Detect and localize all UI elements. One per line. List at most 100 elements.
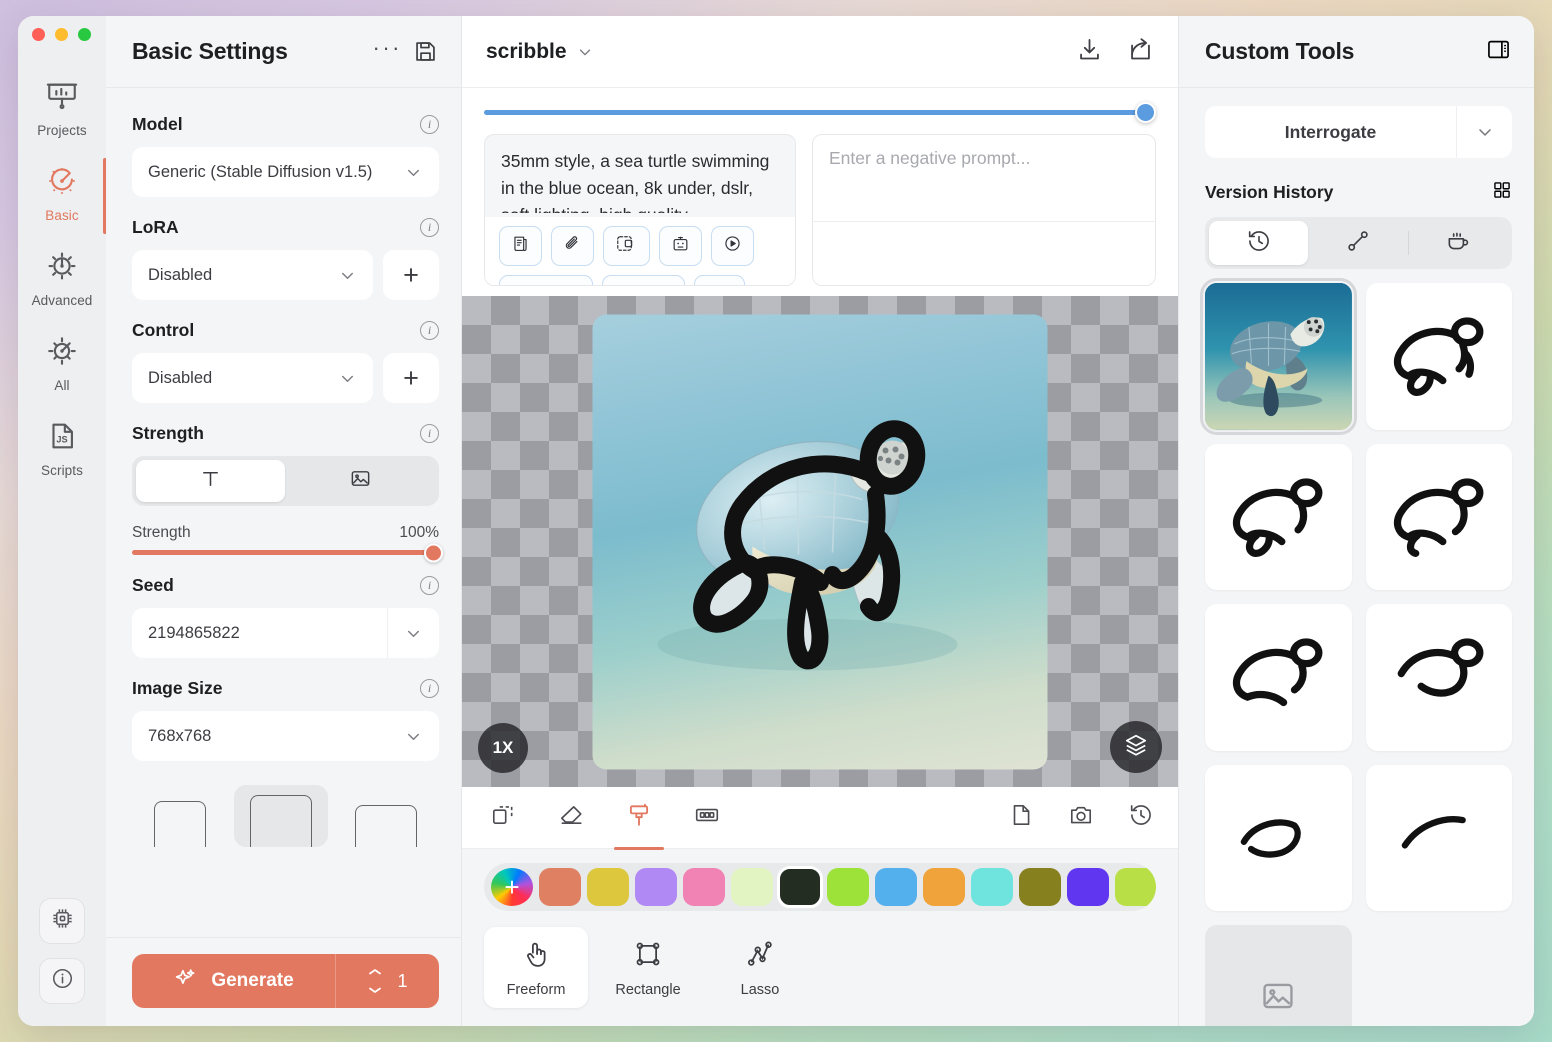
interrogate-select[interactable]: Interrogate — [1205, 106, 1512, 158]
seed-input[interactable] — [132, 608, 387, 658]
tab-queue[interactable] — [1409, 221, 1508, 265]
strength-slider-knob[interactable] — [424, 543, 443, 562]
color-palette-zone — [462, 849, 1178, 911]
lora-select[interactable]: Disabled — [132, 250, 373, 300]
grid-icon[interactable] — [1492, 180, 1512, 205]
color-swatch-selected[interactable] — [777, 866, 823, 908]
info-icon[interactable]: i — [420, 321, 439, 340]
model-select[interactable]: Generic (Stable Diffusion v1.5) — [132, 147, 439, 197]
aspect-ratio-portrait[interactable] — [138, 791, 222, 847]
sidebar-item-advanced[interactable]: Advanced — [18, 237, 106, 322]
sidebar-item-scripts[interactable]: JS Scripts — [18, 407, 106, 492]
add-lora-button[interactable]: + — [383, 250, 439, 300]
chip-icon-button[interactable] — [39, 898, 85, 944]
prompt-token-chip[interactable]: style ↵ — [602, 275, 685, 285]
info-icon[interactable]: i — [420, 679, 439, 698]
color-swatch[interactable] — [539, 868, 581, 906]
paperclip-icon-chip[interactable] — [551, 226, 594, 266]
text-document-icon-chip[interactable] — [499, 226, 542, 266]
color-swatch[interactable] — [683, 868, 725, 906]
generate-button[interactable]: Generate — [132, 954, 335, 1008]
color-picker-button[interactable] — [491, 868, 533, 906]
strength-slider[interactable] — [132, 543, 443, 562]
generate-count-control[interactable]: 1 — [335, 954, 439, 1008]
robot-icon-chip[interactable] — [659, 226, 703, 266]
download-icon[interactable] — [1076, 36, 1103, 68]
color-swatch[interactable] — [635, 868, 677, 906]
artboard[interactable] — [592, 314, 1048, 769]
settings-header: Basic Settings ··· — [106, 16, 461, 88]
aspect-ratio-square[interactable] — [233, 785, 328, 847]
version-thumbnail[interactable] — [1205, 604, 1352, 751]
progress-slider[interactable] — [484, 102, 1156, 123]
color-swatch[interactable] — [1019, 868, 1061, 906]
color-swatch[interactable] — [731, 868, 773, 906]
drawing-canvas[interactable]: 1X — [462, 296, 1178, 787]
save-disk-icon[interactable] — [412, 38, 439, 65]
info-icon[interactable]: i — [420, 115, 439, 134]
transform-tool-button[interactable] — [486, 786, 520, 849]
tab-strength-text[interactable] — [136, 460, 285, 502]
brush-tool-button[interactable] — [614, 786, 664, 850]
camera-button[interactable] — [1068, 802, 1094, 833]
strength-slider-label: Strength — [132, 524, 191, 541]
play-circle-icon-chip[interactable] — [711, 226, 755, 266]
prompt-box[interactable]: 35mm style, a sea turtle swimming in the… — [484, 134, 796, 286]
tab-node-graph[interactable] — [1308, 221, 1407, 265]
close-window-button[interactable] — [32, 28, 45, 41]
version-thumbnail[interactable] — [1205, 764, 1352, 911]
tab-history[interactable] — [1209, 221, 1309, 265]
stepper-icon[interactable] — [367, 969, 383, 993]
tool-rectangle[interactable]: Rectangle — [596, 927, 700, 1008]
sidebar-item-basic[interactable]: Basic — [18, 152, 107, 237]
prompt-token-chip[interactable]: ↵ — [693, 275, 745, 285]
version-thumbnail[interactable] — [1365, 443, 1512, 590]
add-control-button[interactable]: + — [383, 353, 439, 403]
maximize-window-button[interactable] — [78, 28, 91, 41]
tool-freeform[interactable]: Freeform — [484, 927, 588, 1008]
film-strip-tool-button[interactable] — [690, 786, 724, 849]
minimize-window-button[interactable] — [55, 28, 68, 41]
canvas-history-button[interactable] — [1128, 802, 1154, 833]
prompt-text[interactable]: 35mm style, a sea turtle swimming in the… — [485, 135, 795, 213]
tool-lasso[interactable]: Lasso — [708, 927, 812, 1008]
info-icon[interactable]: i — [420, 218, 439, 237]
color-swatch[interactable] — [587, 868, 629, 906]
image-size-select[interactable]: 768x768 — [132, 711, 439, 761]
sidebar-item-all[interactable]: All — [18, 322, 106, 407]
version-thumbnail[interactable] — [1200, 278, 1357, 435]
info-icon[interactable]: i — [420, 576, 439, 595]
aspect-ratio-landscape[interactable] — [339, 795, 433, 847]
sidebar-item-projects[interactable]: Projects — [18, 67, 106, 152]
color-swatch[interactable] — [827, 868, 869, 906]
color-swatch[interactable] — [971, 868, 1013, 906]
color-swatch[interactable] — [923, 868, 965, 906]
tab-strength-image[interactable] — [287, 460, 436, 502]
control-select[interactable]: Disabled — [132, 353, 373, 403]
layers-button[interactable] — [1110, 721, 1162, 773]
more-options-button[interactable]: ··· — [373, 36, 402, 67]
info-icon-button[interactable] — [39, 958, 85, 1004]
progress-slider-knob[interactable] — [1135, 102, 1156, 123]
zoom-level-badge[interactable]: 1X — [478, 723, 528, 773]
negative-prompt-box[interactable]: Enter a negative prompt... — [812, 134, 1156, 286]
share-icon[interactable] — [1127, 36, 1154, 68]
new-page-button[interactable] — [1008, 802, 1034, 833]
color-swatch[interactable] — [1067, 868, 1109, 906]
document-title[interactable]: scribble — [486, 40, 567, 64]
prompt-token-chip[interactable]: 35mm ↵ — [499, 275, 594, 285]
version-thumbnail[interactable] — [1365, 764, 1512, 911]
version-thumbnail-placeholder[interactable] — [1205, 925, 1352, 1026]
color-swatch[interactable] — [875, 868, 917, 906]
version-thumbnail[interactable] — [1365, 283, 1512, 430]
version-thumbnail[interactable] — [1205, 443, 1352, 590]
version-thumbnail[interactable] — [1365, 604, 1512, 751]
chevron-down-icon[interactable] — [576, 43, 594, 61]
panel-layout-icon[interactable] — [1485, 36, 1512, 68]
color-swatch[interactable] — [1115, 868, 1156, 906]
crop-select-icon-chip[interactable] — [603, 226, 651, 266]
seed-dropdown-button[interactable] — [387, 608, 439, 658]
info-icon[interactable]: i — [420, 424, 439, 443]
chevron-down-icon[interactable] — [1456, 106, 1512, 158]
eraser-tool-button[interactable] — [554, 786, 588, 849]
